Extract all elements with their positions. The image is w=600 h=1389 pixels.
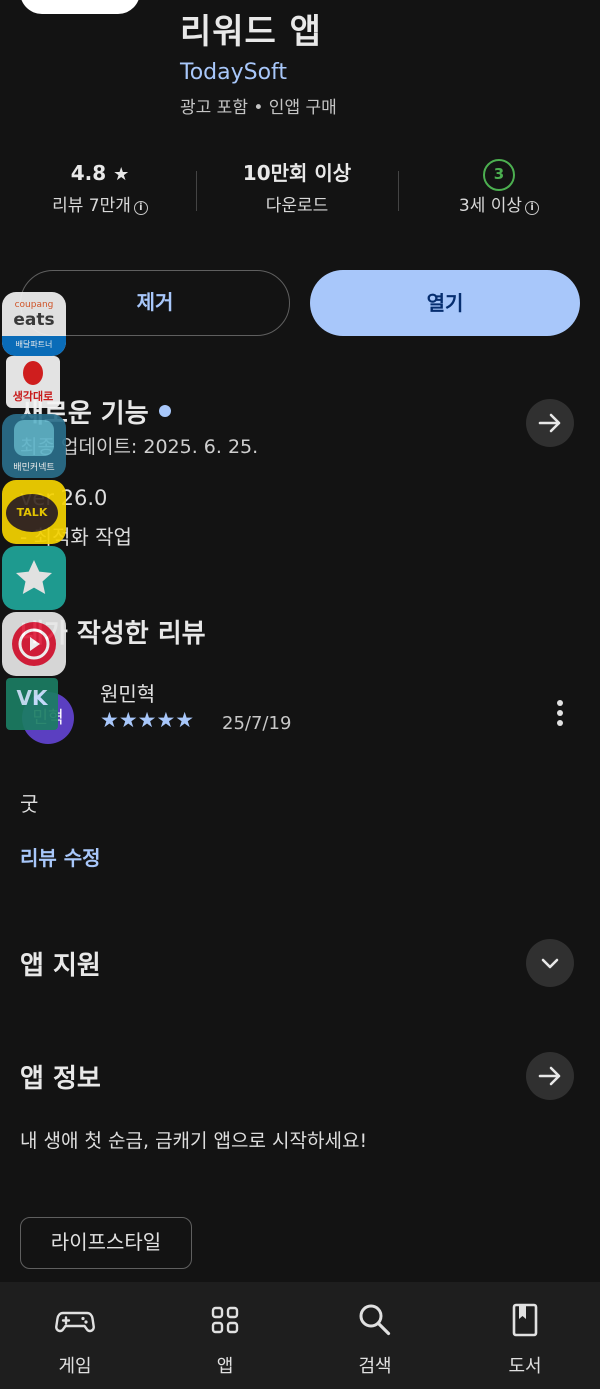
nav-label: 검색 (358, 1356, 392, 1377)
category-chip[interactable]: 라이프스타일 (20, 1217, 192, 1269)
coupang-eats-app-icon[interactable]: coupang eats 배달파트너 (2, 292, 66, 356)
age-rating-badge: 3 (483, 158, 515, 191)
kakaotalk-app-icon[interactable]: TALK (2, 480, 66, 544)
nav-label: 게임 (58, 1356, 92, 1377)
app-meta: 광고 포함 • 인앱 구매 (180, 98, 337, 118)
arrow-right-icon[interactable] (526, 399, 574, 447)
bottom-navigation: 게임 앱 검색 도서 (0, 1282, 600, 1389)
age-stat[interactable]: 3 3세 이상 i (399, 155, 599, 221)
nav-label: 도서 (508, 1356, 542, 1377)
age-label: 3세 이상 (458, 196, 523, 216)
review-text: 굿 (20, 792, 39, 816)
app-support-title[interactable]: 앱 지원 (20, 945, 101, 982)
app2-icon[interactable]: 생각대로 (6, 356, 60, 408)
app-title: 리워드 앱 (180, 12, 322, 52)
reviews-count: 리뷰 7만개 (52, 196, 131, 216)
book-icon (505, 1300, 545, 1340)
apps-grid-icon (205, 1300, 245, 1340)
nav-item-games[interactable]: 게임 (0, 1282, 150, 1389)
rating-stat[interactable]: 4.8 ★ 리뷰 7만개 i (0, 155, 200, 221)
star-app-icon[interactable] (2, 546, 66, 610)
nav-item-apps[interactable]: 앱 (150, 1282, 300, 1389)
vk-app-icon[interactable]: VK (6, 678, 58, 730)
search-icon (355, 1300, 395, 1340)
gamepad-icon (55, 1300, 95, 1340)
open-button[interactable]: 열기 (310, 270, 580, 336)
stats-row: 4.8 ★ 리뷰 7만개 i 10만회 이상 다운로드 3 3세 이상 i (0, 155, 600, 235)
downloads-stat: 10만회 이상 다운로드 (197, 155, 397, 221)
info-icon: i (525, 201, 540, 215)
arrow-right-icon[interactable] (526, 1052, 574, 1100)
downloads-label: 다운로드 (265, 196, 329, 216)
downloads-value: 10만회 이상 (242, 161, 352, 185)
floating-app-stack: coupang eats 배달파트너 생각대로 배민커넥트 TALK VK (0, 290, 70, 750)
app-description: 내 생애 첫 순금, 금캐기 앱으로 시작하세요! (20, 1130, 368, 1152)
chevron-down-icon[interactable] (526, 939, 574, 987)
star-icon: ★ (113, 164, 130, 185)
edit-review-link[interactable]: 리뷰 수정 (20, 842, 101, 871)
nav-item-books[interactable]: 도서 (450, 1282, 600, 1389)
developer-link[interactable]: TodaySoft (180, 60, 287, 85)
app-info-title[interactable]: 앱 정보 (20, 1058, 101, 1095)
reviewer-name: 원민혁 (100, 682, 156, 706)
app-icon (20, 0, 140, 14)
info-icon: i (133, 201, 148, 215)
music-app-icon[interactable] (2, 612, 66, 676)
new-indicator-dot (158, 405, 171, 417)
review-date: 25/7/19 (222, 713, 292, 734)
rating-value: 4.8 (70, 161, 107, 185)
nav-label: 앱 (216, 1356, 234, 1377)
review-stars: ★★★★★ (100, 708, 195, 732)
more-options-icon[interactable] (552, 700, 568, 734)
app3-icon[interactable]: 배민커넥트 (2, 414, 66, 478)
nav-item-search[interactable]: 검색 (300, 1282, 450, 1389)
